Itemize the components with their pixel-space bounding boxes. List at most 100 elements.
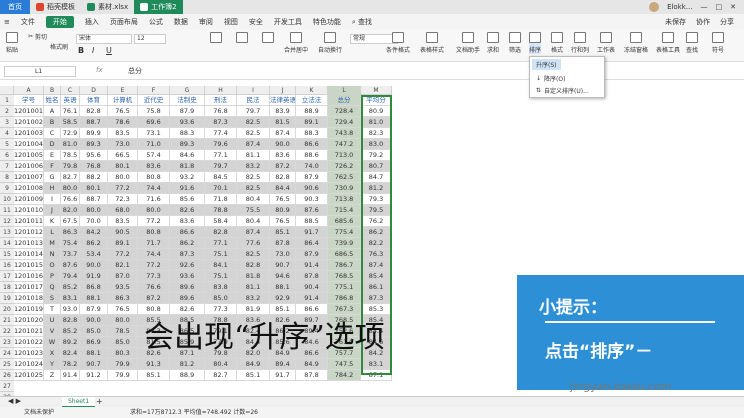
table-cell[interactable]: 82.5 bbox=[237, 128, 270, 139]
table-cell[interactable]: 83.1 bbox=[361, 359, 392, 370]
table-cell[interactable]: 1201019 bbox=[14, 304, 44, 315]
table-cell[interactable]: 82.8 bbox=[270, 172, 296, 183]
table-cell[interactable]: 86.1 bbox=[361, 282, 392, 293]
table-cell[interactable]: 81.0 bbox=[61, 139, 80, 150]
table-cell[interactable]: 83.8 bbox=[205, 282, 237, 293]
table-cell[interactable]: 81.2 bbox=[361, 183, 392, 194]
bold-button[interactable]: B bbox=[78, 46, 84, 55]
table-cell[interactable]: 73.0 bbox=[270, 249, 296, 260]
table-cell[interactable]: 85.0 bbox=[205, 293, 237, 304]
freeze-button[interactable]: 冻结窗格 bbox=[624, 32, 648, 54]
table-cell[interactable]: 89.2 bbox=[61, 337, 80, 348]
row-header[interactable]: 22 bbox=[0, 326, 14, 337]
table-cell[interactable]: 77.2 bbox=[138, 260, 170, 271]
table-cell[interactable]: 730.9 bbox=[328, 183, 361, 194]
table-cell[interactable]: 75.5 bbox=[237, 205, 270, 216]
table-cell[interactable]: 90.5 bbox=[108, 227, 138, 238]
avatar[interactable] bbox=[649, 2, 660, 12]
table-cell[interactable]: 1201005 bbox=[14, 150, 44, 161]
add-sheet-icon[interactable]: + bbox=[96, 397, 103, 406]
table-cell[interactable]: 78.2 bbox=[61, 359, 80, 370]
table-cell[interactable]: 70.1 bbox=[205, 183, 237, 194]
column-title[interactable]: 体育 bbox=[80, 95, 108, 106]
table-cell[interactable]: 91.7 bbox=[270, 370, 296, 381]
table-cell[interactable]: V bbox=[44, 326, 61, 337]
table-cell[interactable]: 92.9 bbox=[270, 293, 296, 304]
table-cell[interactable]: 84.9 bbox=[237, 359, 270, 370]
table-cell[interactable]: 87.2 bbox=[270, 161, 296, 172]
table-cell[interactable]: 762.5 bbox=[328, 172, 361, 183]
font-size-select[interactable]: 12 bbox=[134, 34, 166, 44]
table-cell[interactable]: 78.5 bbox=[61, 150, 80, 161]
table-cell[interactable]: 775.4 bbox=[328, 227, 361, 238]
tab-workbook2[interactable]: 工作簿2 bbox=[134, 0, 183, 14]
hamburger-icon[interactable]: ≡ bbox=[4, 18, 10, 26]
table-cell[interactable]: 747.5 bbox=[328, 359, 361, 370]
table-cell[interactable]: 81.8 bbox=[170, 161, 205, 172]
table-cell[interactable]: 88.1 bbox=[80, 348, 108, 359]
table-cell[interactable]: 1201011 bbox=[14, 216, 44, 227]
table-cell[interactable]: 1201021 bbox=[14, 326, 44, 337]
table-cell[interactable]: 76.8 bbox=[205, 106, 237, 117]
table-cell[interactable]: 84.1 bbox=[205, 260, 237, 271]
column-title[interactable]: 民法 bbox=[237, 95, 270, 106]
table-cell[interactable]: 80.0 bbox=[61, 183, 80, 194]
col-header-I[interactable]: I bbox=[237, 86, 270, 95]
table-cell[interactable]: 76.2 bbox=[361, 216, 392, 227]
table-cell[interactable]: 77.3 bbox=[138, 271, 170, 282]
table-cell[interactable]: 88.7 bbox=[80, 194, 108, 205]
table-cell[interactable]: 82.8 bbox=[237, 260, 270, 271]
rowcol-button[interactable]: 行和列 bbox=[571, 32, 589, 54]
table-cell[interactable]: 81.8 bbox=[237, 271, 270, 282]
table-cell[interactable]: M bbox=[44, 238, 61, 249]
table-cell[interactable]: 78.6 bbox=[108, 117, 138, 128]
column-title[interactable]: 近代史 bbox=[138, 95, 170, 106]
table-cell[interactable]: 92.6 bbox=[170, 260, 205, 271]
table-cell[interactable]: 58.4 bbox=[205, 216, 237, 227]
table-cell[interactable]: 95.6 bbox=[80, 150, 108, 161]
table-cell[interactable]: 74.0 bbox=[296, 161, 328, 172]
table-cell[interactable]: 83.6 bbox=[270, 150, 296, 161]
row-header[interactable]: 11 bbox=[0, 205, 14, 216]
row-header[interactable]: 14 bbox=[0, 238, 14, 249]
table-cell[interactable]: 729.4 bbox=[328, 117, 361, 128]
table-cell[interactable]: 84.4 bbox=[270, 183, 296, 194]
table-cell[interactable]: 93.6 bbox=[170, 117, 205, 128]
table-style-button[interactable]: 表格样式 bbox=[420, 32, 444, 54]
table-cell[interactable]: 686.5 bbox=[328, 249, 361, 260]
table-cell[interactable]: 86.9 bbox=[80, 337, 108, 348]
italic-button[interactable]: I bbox=[92, 46, 94, 55]
table-cell[interactable]: X bbox=[44, 348, 61, 359]
column-title[interactable]: 学号 bbox=[14, 95, 44, 106]
table-cell[interactable]: Z bbox=[44, 370, 61, 381]
merge-button[interactable]: 合并居中 bbox=[284, 32, 308, 54]
col-header-M[interactable]: M bbox=[361, 86, 392, 95]
table-cell[interactable]: 80.0 bbox=[108, 172, 138, 183]
table-cell[interactable]: 90.7 bbox=[80, 359, 108, 370]
table-cell[interactable]: 86.6 bbox=[170, 227, 205, 238]
table-cell[interactable]: 86.6 bbox=[296, 139, 328, 150]
row-header[interactable]: 3 bbox=[0, 117, 14, 128]
row-header[interactable]: 15 bbox=[0, 249, 14, 260]
table-cell[interactable]: 80.4 bbox=[205, 359, 237, 370]
worksheet-button[interactable]: 工作表 bbox=[597, 32, 615, 54]
column-title[interactable]: 计算机 bbox=[108, 95, 138, 106]
table-cell[interactable]: L bbox=[44, 227, 61, 238]
maximize-icon[interactable]: □ bbox=[716, 3, 723, 11]
table-cell[interactable]: 1201009 bbox=[14, 194, 44, 205]
table-cell[interactable]: 77.2 bbox=[108, 183, 138, 194]
table-cell[interactable]: 82.5 bbox=[237, 117, 270, 128]
table-cell[interactable]: 87.4 bbox=[361, 260, 392, 271]
table-cell[interactable]: 87.8 bbox=[296, 271, 328, 282]
table-cell[interactable]: 66.5 bbox=[108, 150, 138, 161]
wrap-button[interactable]: 自动换行 bbox=[318, 32, 342, 54]
table-cell[interactable]: 87.9 bbox=[80, 304, 108, 315]
table-cell[interactable]: 1201024 bbox=[14, 359, 44, 370]
select-all-corner[interactable] bbox=[0, 86, 14, 95]
table-cell[interactable]: 79.3 bbox=[361, 194, 392, 205]
table-cell[interactable]: 87.8 bbox=[270, 238, 296, 249]
table-cell[interactable]: 747.2 bbox=[328, 139, 361, 150]
table-cell[interactable]: 89.3 bbox=[80, 139, 108, 150]
row-header[interactable]: 26 bbox=[0, 370, 14, 381]
table-cell[interactable]: 78.5 bbox=[108, 326, 138, 337]
